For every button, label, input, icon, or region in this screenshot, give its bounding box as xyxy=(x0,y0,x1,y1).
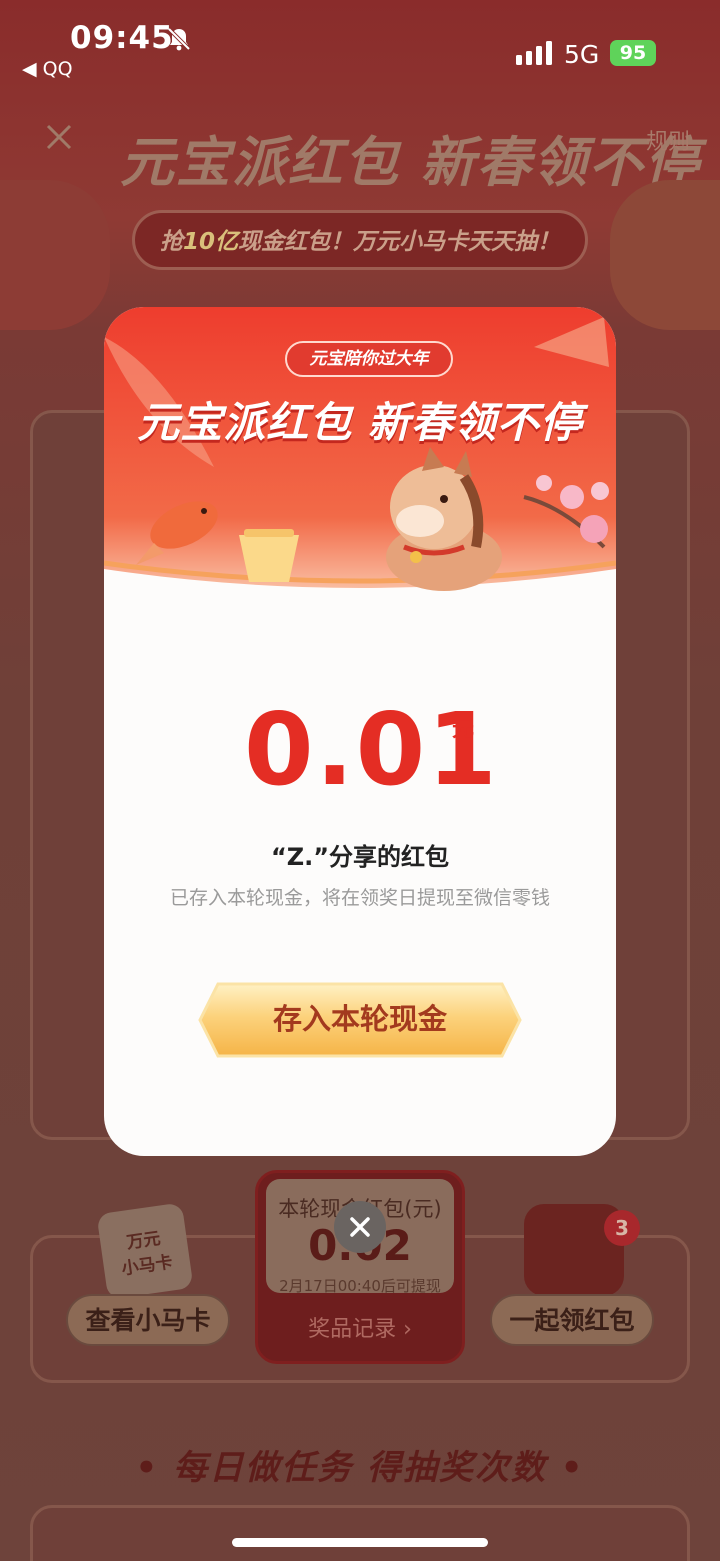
decor-horse-right xyxy=(610,180,720,330)
page: 09:45 ◀ QQ 5G 95 元宝派红包 新春领不停 规则 抢10亿现金红包… xyxy=(0,0,720,1561)
lantern-icon xyxy=(239,529,299,582)
rules-link[interactable]: 规则 xyxy=(646,124,690,156)
page-title: 元宝派红包 新春领不停 xyxy=(120,131,701,194)
redpacket-amount: 0.01 xyxy=(244,691,499,808)
card-image: 万元 小马卡 xyxy=(96,1202,194,1300)
back-to-app-link[interactable]: ◀ QQ xyxy=(22,58,73,80)
status-bar: 09:45 ◀ QQ 5G 95 xyxy=(0,0,720,90)
network-label: 5G xyxy=(564,40,600,69)
deposit-button-label: 存入本轮现金 xyxy=(272,1002,447,1036)
tasks-section-title: • 每日做任务 得抽奖次数 • xyxy=(135,1448,585,1488)
group-redpacket-badge: 3 xyxy=(604,1210,640,1246)
prize-card: 本轮现金红包(元) 0.02 2月17日00:40后可提现 奖品记录 › xyxy=(255,1170,465,1364)
promo-prefix: 抢 xyxy=(159,229,183,255)
close-icon xyxy=(350,1217,370,1237)
signal-icon xyxy=(516,41,552,65)
prize-record-link[interactable]: 奖品记录 › xyxy=(258,1311,462,1343)
group-redpacket-button[interactable]: 一起领红包 xyxy=(490,1294,654,1346)
amount-unit: 元 xyxy=(452,717,475,742)
promo-banner: 抢10亿现金红包！万元小马卡天天抽！ xyxy=(132,210,588,270)
promo-suffix: 现金红包！万元小马卡天天抽！ xyxy=(238,229,560,255)
slogan-pill: 元宝陪你过大年 xyxy=(285,341,453,377)
bell-muted-icon xyxy=(167,27,191,51)
prize-card-note: 2月17日00:40后可提现 xyxy=(279,1277,441,1295)
decor-koi-left xyxy=(0,180,110,330)
battery-charging-icon: 95 xyxy=(610,40,656,66)
deposit-description: 已存入本轮现金，将在领奖日提现至微信零钱 xyxy=(169,887,550,909)
promo-highlight: 10亿 xyxy=(182,229,238,255)
view-card-button[interactable]: 查看小马卡 xyxy=(66,1294,230,1346)
redpacket-modal: 元宝陪你过大年 元宝派红包 新春领不停 0.01 元 “Z.”分享的红包 已存入… xyxy=(104,307,616,1156)
background-task-panel xyxy=(30,1505,690,1561)
status-time: 09:45 xyxy=(70,20,174,56)
sender-label: “Z.”分享的红包 xyxy=(270,843,450,871)
home-indicator[interactable] xyxy=(232,1538,488,1547)
page-close-icon[interactable] xyxy=(42,120,76,154)
deposit-cash-button[interactable]: 存入本轮现金 xyxy=(196,978,524,1062)
battery-level: 95 xyxy=(619,42,647,64)
modal-close-button[interactable] xyxy=(334,1201,386,1253)
modal-banner-title: 元宝派红包 新春领不停 xyxy=(137,398,583,447)
